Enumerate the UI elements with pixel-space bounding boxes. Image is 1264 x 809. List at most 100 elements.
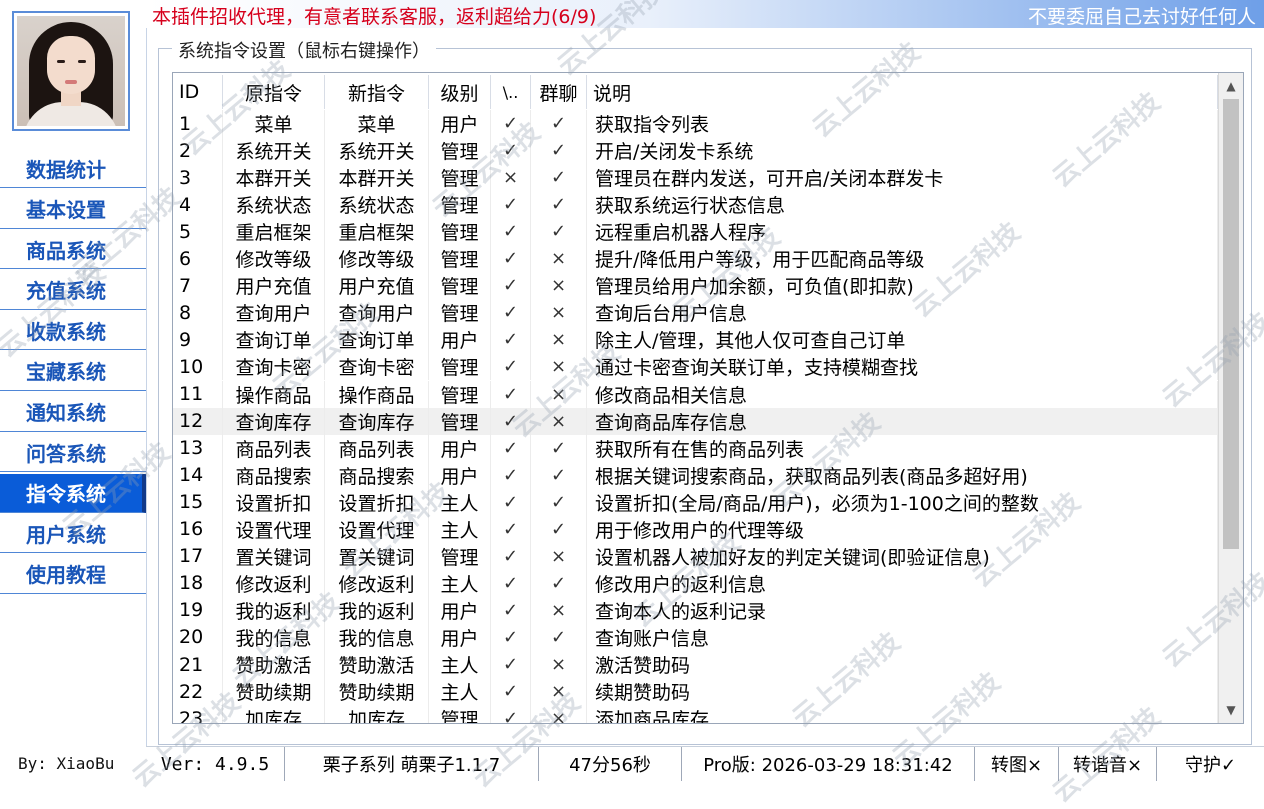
col-description-header[interactable]: 说明 <box>587 75 1218 109</box>
col-id-header[interactable]: ID <box>173 75 223 109</box>
table-row[interactable]: 12 查询库存 查询库存 管理 ✓ × 查询商品库存信息 <box>173 407 1218 435</box>
col-group-chat-cell: × <box>531 705 587 723</box>
col-original-command-cell: 查询库存 <box>223 407 325 435</box>
sidebar-nav-item[interactable]: 数据统计 <box>0 149 146 188</box>
command-table[interactable]: ID 原指令 新指令 级别 \.. 群聊 说明 1 菜单 菜单 用户 ✓ ✓ 获取指令列表 2 系统开关 系统… <box>172 72 1244 724</box>
col-private-cell: ✓ <box>491 623 531 651</box>
col-private-cell: ✓ <box>491 137 531 165</box>
sidebar-nav-item[interactable]: 收款系统 <box>0 311 146 351</box>
col-private-cell: ✓ <box>491 434 531 462</box>
col-new-command-cell: 系统开关 <box>325 137 429 165</box>
col-level-cell: 用户 <box>429 326 491 354</box>
col-description-cell: 查询账户信息 <box>587 623 1218 651</box>
byline: By: XiaoBu <box>18 754 115 773</box>
col-level-header[interactable]: 级别 <box>429 75 491 109</box>
col-level-cell: 主人 <box>429 488 491 516</box>
group-title: 系统指令设置（鼠标右键操作） <box>172 37 436 63</box>
sidebar-nav-item[interactable]: 通知系统 <box>0 393 146 432</box>
table-row[interactable]: 21 赞助激活 赞助激活 主人 ✓ × 激活赞助码 <box>173 651 1218 678</box>
scrollbar-thumb[interactable] <box>1223 99 1239 549</box>
col-group-chat-cell: × <box>531 353 587 381</box>
table-row[interactable]: 16 设置代理 设置代理 主人 ✓ ✓ 用于修改用户的代理等级 <box>173 515 1218 543</box>
col-new-command-cell: 查询卡密 <box>325 353 429 381</box>
table-row[interactable]: 11 操作商品 操作商品 管理 ✓ × 修改商品相关信息 <box>173 380 1218 408</box>
col-id-cell: 21 <box>173 651 223 678</box>
table-row[interactable]: 2 系统开关 系统开关 管理 ✓ ✓ 开启/关闭发卡系统 <box>173 137 1218 165</box>
col-group-chat-cell: × <box>531 245 587 273</box>
col-new-command-cell: 查询用户 <box>325 299 429 327</box>
sidebar-nav-item[interactable]: 商品系统 <box>0 230 146 270</box>
sidebar-nav-item[interactable]: 用户系统 <box>0 514 146 554</box>
table-row[interactable]: 1 菜单 菜单 用户 ✓ ✓ 获取指令列表 <box>173 110 1218 137</box>
col-original-command-cell: 查询卡密 <box>223 353 325 381</box>
col-id-cell: 7 <box>173 272 223 300</box>
table-row[interactable]: 22 赞助续期 赞助续期 主人 ✓ × 续期赞助码 <box>173 678 1218 706</box>
col-level-cell: 管理 <box>429 705 491 723</box>
col-description-cell: 管理员给用户加余额，可负值(即扣款) <box>587 272 1218 300</box>
table-row[interactable]: 3 本群开关 本群开关 管理 × ✓ 管理员在群内发送，可开启/关闭本群发卡 <box>173 164 1218 192</box>
col-new-command-cell: 操作商品 <box>325 380 429 408</box>
table-row[interactable]: 4 系统状态 系统状态 管理 ✓ ✓ 获取系统运行状态信息 <box>173 191 1218 219</box>
col-private-cell: ✓ <box>491 191 531 219</box>
col-description-cell: 激活赞助码 <box>587 651 1218 678</box>
col-new-command-header[interactable]: 新指令 <box>325 75 429 109</box>
table-row[interactable]: 5 重启框架 重启框架 管理 ✓ ✓ 远程重启机器人程序 <box>173 218 1218 246</box>
sidebar-nav-item[interactable]: 宝藏系统 <box>0 352 146 391</box>
table-row[interactable]: 8 查询用户 查询用户 管理 ✓ × 查询后台用户信息 <box>173 299 1218 327</box>
table-row[interactable]: 17 置关键词 置关键词 管理 ✓ × 设置机器人被加好友的判定关键词(即验证信息) <box>173 542 1218 570</box>
col-description-cell: 远程重启机器人程序 <box>587 218 1218 246</box>
col-original-command-cell: 系统状态 <box>223 191 325 219</box>
col-description-cell: 设置折扣(全局/商品/用户)，必须为1-100之间的整数 <box>587 488 1218 516</box>
guard-toggle[interactable]: 守护✓ <box>1157 747 1264 781</box>
col-id-cell: 22 <box>173 678 223 706</box>
table-row[interactable]: 18 修改返利 修改返利 主人 ✓ ✓ 修改用户的返利信息 <box>173 569 1218 597</box>
col-group-chat-header[interactable]: 群聊 <box>531 75 587 109</box>
sidebar-nav-item[interactable]: 充值系统 <box>0 271 146 310</box>
sidebar-nav-item[interactable]: 问答系统 <box>0 433 146 473</box>
col-original-command-header[interactable]: 原指令 <box>223 75 325 109</box>
table-row[interactable]: 14 商品搜索 商品搜索 用户 ✓ ✓ 根据关键词搜索商品，获取商品列表(商品多超好用) <box>173 461 1218 489</box>
table-row[interactable]: 9 查询订单 查询订单 用户 ✓ × 除主人/管理，其他人仅可查自己订单 <box>173 326 1218 354</box>
table-row[interactable]: 15 设置折扣 设置折扣 主人 ✓ ✓ 设置折扣(全局/商品/用户)，必须为1-100之间的… <box>173 488 1218 516</box>
col-level-cell: 管理 <box>429 164 491 192</box>
col-level-cell: 管理 <box>429 407 491 435</box>
image-convert-toggle[interactable]: 转图× <box>975 747 1059 781</box>
col-private-cell: ✓ <box>491 353 531 381</box>
sidebar-nav-item[interactable]: 基本设置 <box>0 190 146 229</box>
vertical-scrollbar[interactable]: ▲ ▼ <box>1218 73 1243 723</box>
col-original-command-cell: 商品列表 <box>223 434 325 462</box>
col-private-cell: ✓ <box>491 678 531 706</box>
table-row[interactable]: 10 查询卡密 查询卡密 管理 ✓ × 通过卡密查询关联订单，支持模糊查找 <box>173 353 1218 381</box>
col-description-cell: 管理员在群内发送，可开启/关闭本群发卡 <box>587 164 1218 192</box>
banner-slogan: 不要委屈自己去讨好任何人 <box>1027 6 1256 28</box>
col-id-cell: 12 <box>173 407 223 435</box>
table-row[interactable]: 7 用户充值 用户充值 管理 ✓ × 管理员给用户加余额，可负值(即扣款) <box>173 272 1218 300</box>
sidebar-nav-item[interactable]: 指令系统 <box>0 473 146 513</box>
col-id-cell: 3 <box>173 164 223 192</box>
col-id-cell: 4 <box>173 191 223 219</box>
sidebar-nav-item[interactable]: 使用教程 <box>0 555 146 594</box>
chevron-up-icon[interactable]: ▲ <box>1219 75 1243 97</box>
col-original-command-cell: 设置代理 <box>223 515 325 543</box>
top-banner: 本插件招收代理，有意者联系客服，返利超给力(6/9) 不要委屈自己去讨好任何人 <box>146 0 1264 28</box>
pro-expiry-label: Pro版: 2026-03-29 18:31:42 <box>682 747 975 781</box>
col-level-cell: 管理 <box>429 542 491 570</box>
col-group-chat-cell: × <box>531 596 587 624</box>
col-group-chat-cell: × <box>531 272 587 300</box>
col-description-cell: 查询商品库存信息 <box>587 407 1218 435</box>
table-row[interactable]: 19 我的返利 我的返利 用户 ✓ × 查询本人的返利记录 <box>173 596 1218 624</box>
table-row[interactable]: 23 加库存 加库存 管理 ✓ × 添加商品库存 <box>173 705 1218 723</box>
chevron-down-icon[interactable]: ▼ <box>1219 699 1243 721</box>
col-original-command-cell: 赞助续期 <box>223 678 325 706</box>
col-group-chat-cell: × <box>531 651 587 678</box>
col-private-header[interactable]: \.. <box>491 75 531 109</box>
col-level-cell: 主人 <box>429 515 491 543</box>
col-original-command-cell: 本群开关 <box>223 164 325 192</box>
homophone-toggle[interactable]: 转谐音× <box>1059 747 1157 781</box>
table-row[interactable]: 20 我的信息 我的信息 用户 ✓ ✓ 查询账户信息 <box>173 623 1218 651</box>
col-level-cell: 管理 <box>429 353 491 381</box>
table-row[interactable]: 6 修改等级 修改等级 管理 ✓ × 提升/降低用户等级，用于匹配商品等级 <box>173 245 1218 273</box>
col-description-cell: 提升/降低用户等级，用于匹配商品等级 <box>587 245 1218 273</box>
status-bar: Ver: 4.9.5 栗子系列 萌栗子1.1.7 47分56秒 Pro版: 20… <box>146 746 1264 781</box>
table-row[interactable]: 13 商品列表 商品列表 用户 ✓ ✓ 获取所有在售的商品列表 <box>173 434 1218 462</box>
